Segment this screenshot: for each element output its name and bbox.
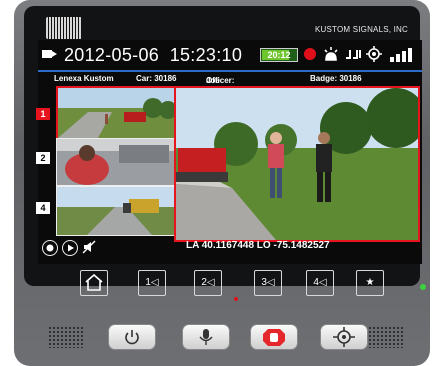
brand-text: KUSTOM SIGNALS, INC — [314, 25, 408, 34]
display-screen: 2012-05-06 15:23:10 20:12 Lenexa Kustom … — [36, 40, 422, 264]
stop-hand-button[interactable] — [250, 324, 298, 350]
status-bar: 2012-05-06 15:23:10 20:12 — [38, 40, 422, 68]
home-button[interactable] — [80, 270, 108, 296]
power-icon — [125, 330, 139, 345]
camera-icon — [42, 50, 57, 58]
camera-icon: ◁ — [266, 277, 275, 288]
location-text: Lenexa Kustom — [54, 74, 114, 83]
play-icon — [68, 244, 74, 252]
camera-number-4: 4 — [36, 202, 50, 214]
car-text: Car: 30186 — [136, 74, 177, 83]
camera-thumbnail-2[interactable] — [56, 138, 176, 186]
camera-icon: ◁ — [150, 277, 159, 288]
stop-record-button[interactable] — [42, 240, 58, 256]
alert-icon — [322, 46, 340, 65]
speaker-grille-right — [368, 326, 404, 348]
camera-3-button[interactable]: 3◁ — [254, 270, 282, 296]
play-button[interactable] — [62, 240, 78, 256]
camera-2-button[interactable]: 2◁ — [194, 270, 222, 296]
time-text: 15:23:10 — [169, 45, 243, 65]
kustom-logo — [46, 17, 82, 39]
home-icon — [85, 273, 103, 291]
camera-4-button[interactable]: 4◁ — [306, 270, 334, 296]
main-camera-view[interactable] — [174, 86, 420, 242]
speaker-icon — [82, 240, 96, 254]
camera-number-1: 1 — [36, 108, 50, 120]
battery-indicator: 20:12 — [260, 48, 298, 62]
camera-icon: ◁ — [318, 277, 327, 288]
bookmark-icon: ★ — [365, 277, 375, 288]
gps-icon — [366, 46, 382, 65]
microphone-icon — [199, 329, 213, 345]
status-led-green — [420, 284, 426, 290]
date-time: 2012-05-06 15:23:10 — [64, 45, 242, 66]
badge-text: Badge: 30186 — [310, 74, 362, 83]
stop-hand-icon — [263, 329, 285, 346]
stop-icon — [46, 244, 54, 252]
bookmark-button[interactable]: ★ — [356, 270, 384, 296]
mute-button[interactable] — [82, 240, 96, 254]
gps-coordinates: LA 40.1167448 LO -75.1482527 — [186, 240, 330, 251]
speaker-grille-left — [48, 326, 84, 348]
target-button[interactable] — [320, 324, 368, 350]
status-led-red — [234, 297, 238, 301]
camera-icon: ◁ — [206, 277, 215, 288]
recording-dot-icon — [304, 48, 316, 60]
audio-icon — [344, 46, 362, 65]
microphone-button[interactable] — [182, 324, 230, 350]
camera-number-2: 2 — [36, 152, 50, 164]
date-text: 2012-05-06 — [64, 45, 160, 65]
signal-icon — [390, 48, 414, 62]
battery-label: 20:12 — [267, 50, 291, 60]
camera-thumbnail-4[interactable] — [56, 186, 176, 236]
power-button[interactable] — [108, 324, 156, 350]
camera-thumbnail-1[interactable] — [56, 86, 178, 140]
camera-1-button[interactable]: 1◁ — [138, 270, 166, 296]
crosshair-icon — [333, 327, 355, 347]
info-bar: Lenexa Kustom Car: 30186 Officer: Joe Sm… — [38, 70, 422, 94]
